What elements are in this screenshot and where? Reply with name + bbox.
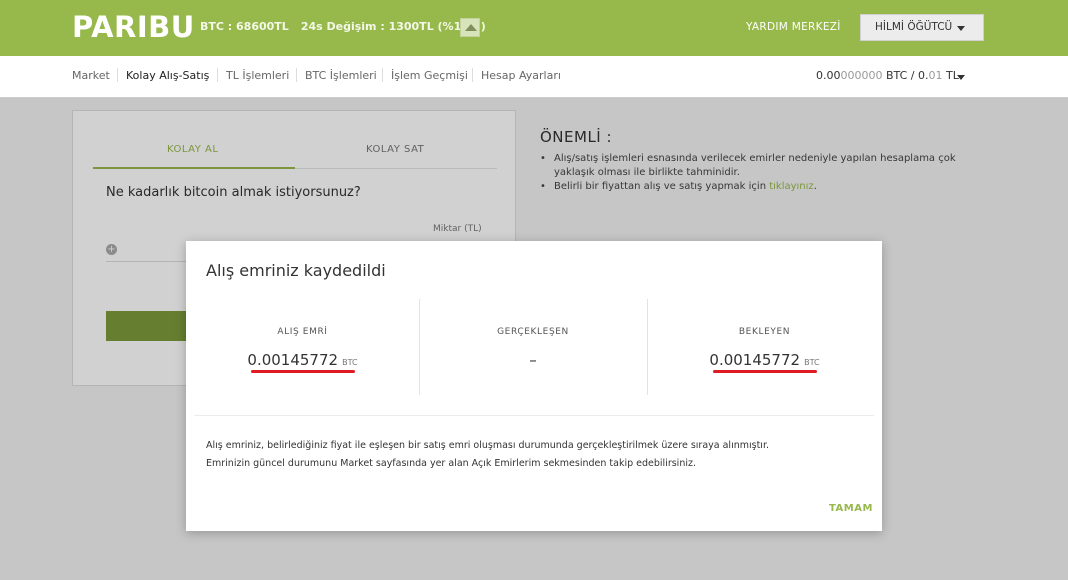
- stat-value: 0.00145772 BTC: [647, 351, 882, 369]
- top-bar: PARIBU BTC : 68600TL 24s Değişim : 1300TL…: [0, 0, 1068, 56]
- balance-btc-main: 0.00: [816, 69, 841, 82]
- nav-separator: [117, 68, 118, 82]
- btc-ticker: BTC : 68600TL 24s Değişim : 1300TL (%1.93…: [200, 20, 486, 33]
- modal-message: Alış emriniz, belirlediğiniz fiyat ile e…: [206, 437, 866, 473]
- balance-tl-dim: 01: [928, 69, 943, 82]
- nav-item-tl-islemleri[interactable]: TL İşlemleri: [226, 69, 289, 82]
- stat-value: 0.00145772 BTC: [186, 351, 419, 369]
- stat-unit: BTC: [804, 358, 820, 367]
- stat-buy-order: ALIŞ EMRİ 0.00145772 BTC: [186, 297, 419, 397]
- btc-24h-change: 24s Değişim : 1300TL (%1.93): [300, 20, 486, 33]
- stat-label: BEKLEYEN: [738, 327, 791, 337]
- nav-separator: [296, 68, 297, 82]
- stat-label: GERÇEKLEŞEN: [497, 327, 569, 337]
- balance-mid: BTC / 0.: [882, 69, 929, 82]
- chevron-down-icon[interactable]: [957, 75, 965, 80]
- stat-pending: BEKLEYEN 0.00145772 BTC: [647, 297, 882, 397]
- user-name: HİLMİ ÖĞÜTCÜ: [875, 21, 953, 33]
- stat-value: –: [419, 351, 647, 369]
- btc-price: BTC : 68600TL: [200, 20, 289, 33]
- modal-divider: [194, 415, 874, 416]
- balance-display[interactable]: 0.00000000 BTC / 0.01 TL: [816, 69, 959, 82]
- nav-item-hesap-ayarlari[interactable]: Hesap Ayarları: [481, 69, 561, 82]
- chevron-down-icon: [957, 26, 965, 31]
- stat-unit: BTC: [342, 358, 358, 367]
- nav-separator: [472, 68, 473, 82]
- user-menu-button[interactable]: HİLMİ ÖĞÜTCÜ: [860, 14, 984, 41]
- nav-item-btc-islemleri[interactable]: BTC İşlemleri: [305, 69, 377, 82]
- balance-btc-dim: 000000: [840, 69, 883, 82]
- nav-separator: [217, 68, 218, 82]
- modal-message-line-1: Alış emriniz, belirlediğiniz fiyat ile e…: [206, 440, 769, 451]
- main-nav: Market Kolay Alış-Satış TL İşlemleri BTC…: [0, 56, 1068, 98]
- stat-executed: GERÇEKLEŞEN –: [419, 297, 647, 397]
- stat-value-number: 0.00145772: [709, 351, 801, 369]
- red-underline: [250, 370, 355, 373]
- stat-label: ALIŞ EMRİ: [277, 327, 328, 337]
- stat-value-number: –: [529, 351, 537, 369]
- paribu-logo[interactable]: PARIBU: [72, 10, 195, 44]
- nav-item-kolay-alis-satis[interactable]: Kolay Alış-Satış: [126, 69, 209, 82]
- nav-separator: [382, 68, 383, 82]
- ok-button[interactable]: TAMAM: [829, 503, 873, 514]
- help-center-link[interactable]: YARDIM MERKEZİ: [746, 21, 841, 33]
- nav-item-islem-gecmisi[interactable]: İşlem Geçmişi: [391, 69, 468, 82]
- red-underline: [712, 370, 817, 373]
- order-confirmation-modal: Alış emriniz kaydedildi ALIŞ EMRİ 0.0014…: [186, 241, 882, 531]
- stat-value-number: 0.00145772: [247, 351, 339, 369]
- modal-message-line-2: Emrinizin güncel durumunu Market sayfası…: [206, 458, 696, 469]
- modal-title: Alış emriniz kaydedildi: [206, 261, 386, 280]
- nav-item-market[interactable]: Market: [72, 69, 110, 82]
- caret-up-icon: [460, 18, 480, 37]
